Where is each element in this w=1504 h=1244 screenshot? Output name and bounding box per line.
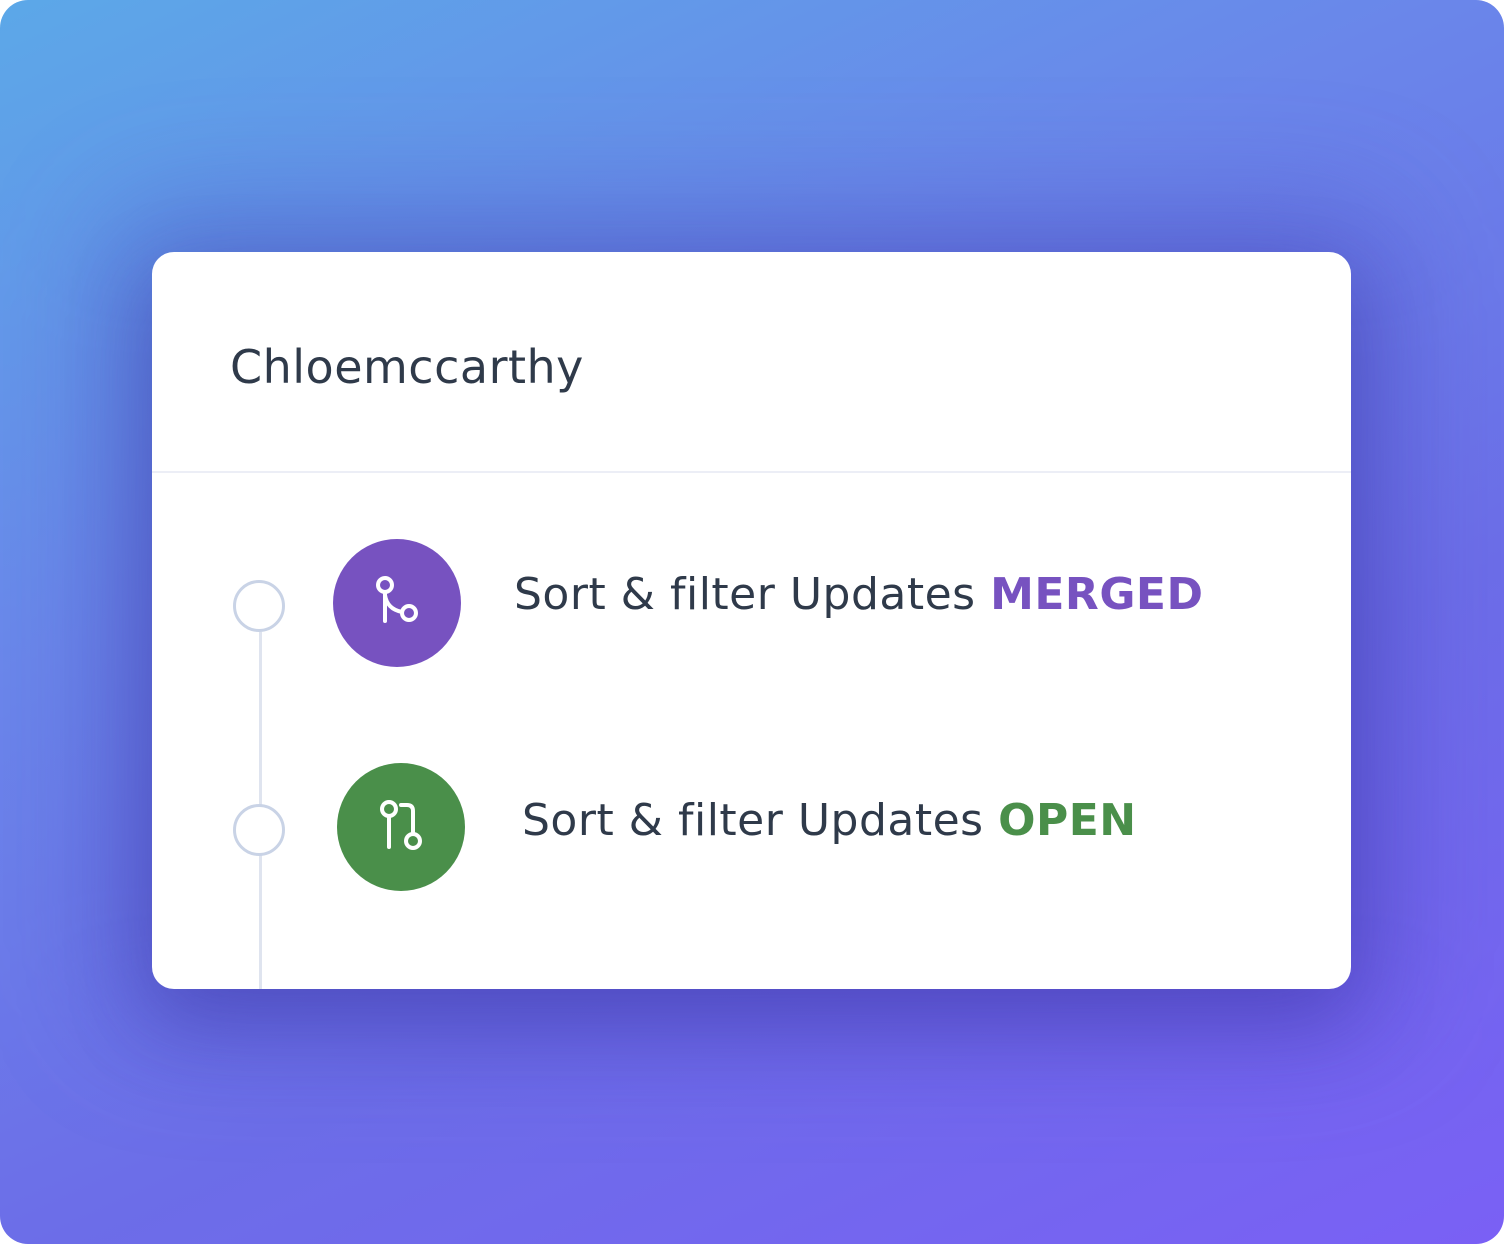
git-pull-request-icon <box>380 800 422 850</box>
timeline-dot <box>233 804 285 856</box>
activity-text: Sort & filter Updates OPEN <box>522 795 1137 846</box>
activity-text: Sort & filter Updates MERGED <box>514 569 1204 620</box>
activity-item[interactable]: Sort & filter Updates MERGED <box>152 539 1351 669</box>
activity-card: Chloemccarthy Sort & filter Updates MERG… <box>152 252 1351 989</box>
activity-title: Sort & filter Updates <box>522 795 984 846</box>
background-frame: Chloemccarthy Sort & filter Updates MERG… <box>0 0 1504 1244</box>
git-merge-icon <box>376 576 418 623</box>
card-header: Chloemccarthy <box>152 252 1351 473</box>
merged-badge <box>333 539 461 667</box>
activity-title: Sort & filter Updates <box>514 569 976 620</box>
status-badge: OPEN <box>998 795 1137 846</box>
timeline-dot <box>233 580 285 632</box>
open-badge <box>337 763 465 891</box>
status-badge: MERGED <box>990 569 1204 620</box>
activity-item[interactable]: Sort & filter Updates OPEN <box>152 763 1351 893</box>
card-title: Chloemccarthy <box>230 340 584 394</box>
